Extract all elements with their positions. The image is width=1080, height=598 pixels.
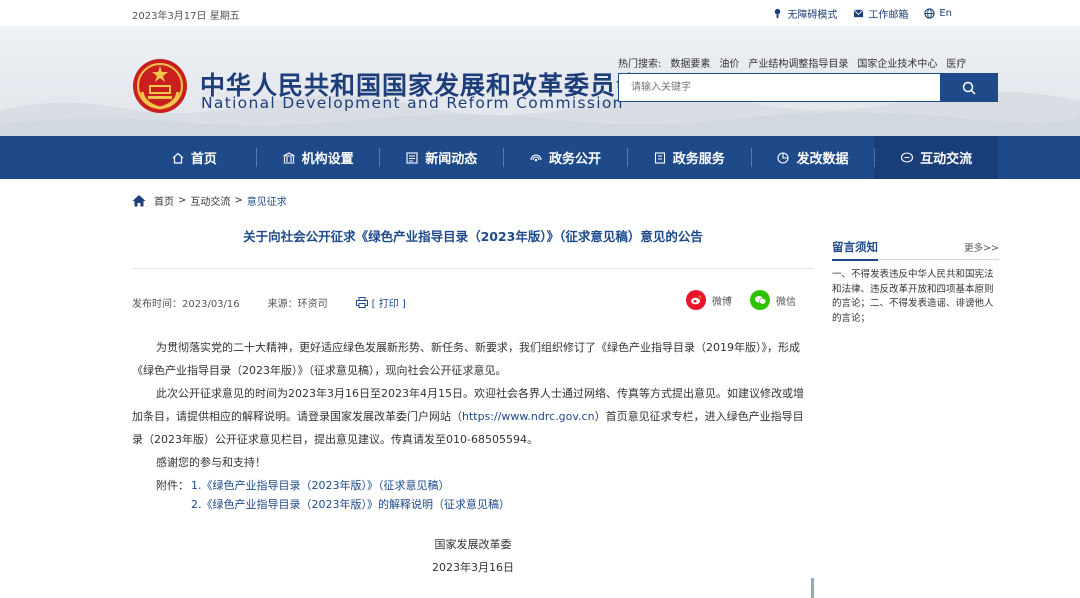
- nav-item-news[interactable]: 新闻动态: [379, 136, 503, 179]
- home-icon: [172, 152, 184, 164]
- home-icon: [132, 195, 146, 207]
- search-input[interactable]: [619, 74, 941, 101]
- signature-org: 国家发展改革委: [434, 538, 512, 551]
- breadcrumb-home[interactable]: 首页: [154, 193, 174, 208]
- nav-label: 新闻动态: [425, 152, 478, 167]
- article-title: 关于向社会公开征求《绿色产业指导目录（2023年版）》（征求意见稿）意见的公告: [243, 229, 703, 244]
- current-date: 2023年3月17日 星期五: [132, 11, 240, 22]
- share-bar: 微博 微信: [686, 290, 796, 310]
- site-title-en[interactable]: National Development and Reform Commissi…: [201, 94, 624, 112]
- signature-date: 2023年3月16日: [432, 561, 514, 574]
- nav-item-gov-services[interactable]: 政务服务: [626, 136, 751, 179]
- main-nav: 首页 机构设置 新闻动态 政务公开 政务服务 发改数据 互动交流: [0, 136, 1080, 179]
- nav-label: 机构设置: [301, 152, 354, 167]
- publish-time: 发布时间：2023/03/16: [132, 299, 240, 310]
- pie-chart-icon: [777, 151, 789, 164]
- english-label: En: [939, 8, 952, 19]
- mailbox-label: 工作邮箱: [868, 10, 909, 21]
- nav-label: 发改数据: [796, 152, 849, 167]
- chat-icon: [901, 151, 914, 163]
- broadcast-icon: [530, 154, 542, 161]
- nav-label: 政务公开: [549, 152, 602, 167]
- weibo-icon: [686, 290, 706, 310]
- building-icon: [282, 151, 295, 164]
- print-button[interactable]: [ 打印 ]: [355, 295, 406, 310]
- nav-item-home[interactable]: 首页: [132, 136, 256, 179]
- hot-search-label: 热门搜索:: [618, 59, 662, 70]
- accessibility-label: 无障碍模式: [787, 10, 838, 21]
- attachments: 附件： 1.《绿色产业指导目录（2023年版）》（征求意见稿） 2.《绿色产业指…: [156, 476, 510, 514]
- accessibility-icon: [775, 8, 781, 19]
- share-wechat-label: 微信: [776, 296, 796, 308]
- site-header: 中华人民共和国国家发展和改革委员会 National Development a…: [0, 26, 1080, 136]
- divider: [132, 268, 814, 269]
- nav-item-interaction[interactable]: 互动交流: [874, 136, 999, 179]
- mailbox-icon: [853, 9, 864, 18]
- nav-item-data[interactable]: 发改数据: [750, 136, 875, 179]
- service-icon: [654, 151, 665, 164]
- hot-search-item[interactable]: 数据要素: [670, 55, 710, 70]
- nav-item-gov-affairs[interactable]: 政务公开: [503, 136, 627, 179]
- sidebar-title: 留言须知: [832, 239, 878, 261]
- print-label: [ 打印 ]: [371, 299, 406, 310]
- paragraph: 感谢您的参与和支持！: [156, 456, 266, 469]
- share-weibo-label: 微博: [712, 296, 732, 308]
- search-box: [618, 73, 998, 102]
- breadcrumb-section[interactable]: 互动交流: [190, 193, 230, 208]
- top-bar: 2023年3月17日 星期五 无障碍模式 工作邮箱 En: [0, 0, 1080, 26]
- hot-search: 热门搜索: 数据要素 油价 产业结构调整指导目录 国家企业技术中心 医疗: [618, 55, 966, 70]
- hot-search-item[interactable]: 产业结构调整指导目录: [748, 55, 848, 70]
- nav-label: 政务服务: [672, 152, 725, 167]
- search-button[interactable]: [940, 74, 997, 101]
- attachment-label: 附件：: [156, 479, 189, 492]
- hot-search-item[interactable]: 油价: [719, 55, 739, 70]
- nav-label: 首页: [190, 152, 217, 167]
- nav-label: 互动交流: [920, 152, 973, 167]
- attachment-link[interactable]: 1.《绿色产业指导目录（2023年版）》（征求意见稿）: [191, 476, 450, 495]
- share-wechat-button[interactable]: 微信: [750, 290, 796, 310]
- wechat-icon: [750, 290, 770, 310]
- breadcrumb: 首页 > 互动交流 > 意见征求: [132, 193, 287, 208]
- sidebar-header: 留言须知 更多>>: [832, 234, 999, 261]
- accessibility-link[interactable]: 无障碍模式: [772, 6, 837, 21]
- globe-icon: [924, 8, 936, 19]
- paragraph: 为贯彻落实党的二十大精神，更好适应绿色发展新形势、新任务、新要求，我们组织修订了…: [132, 341, 800, 377]
- ndrc-website-link[interactable]: https://www.ndrc.gov.cn: [462, 410, 595, 423]
- search-icon: [962, 81, 976, 95]
- mailbox-link[interactable]: 工作邮箱: [853, 6, 908, 21]
- nav-item-organization[interactable]: 机构设置: [255, 136, 380, 179]
- breadcrumb-current[interactable]: 意见征求: [247, 193, 287, 208]
- scrollbar[interactable]: [811, 578, 814, 598]
- sidebar-text: 一、不得发表违反中华人民共和国宪法和法律、违反改革开放和四项基本原则的言论；二、…: [832, 269, 994, 324]
- attachment-link[interactable]: 2.《绿色产业指导目录（2023年版）》的解释说明（征求意见稿）: [191, 495, 510, 514]
- breadcrumb-separator: >: [234, 195, 243, 206]
- notice-sidebar: 留言须知 更多>> 一、不得发表违反中华人民共和国宪法和法律、违反改革开放和四项…: [832, 234, 999, 326]
- news-icon: [406, 151, 418, 164]
- attachment-indent: [156, 495, 191, 514]
- hot-search-item[interactable]: 医疗: [946, 55, 966, 70]
- hot-search-item[interactable]: 国家企业技术中心: [857, 55, 937, 70]
- breadcrumb-separator: >: [178, 195, 187, 206]
- article-source: 来源：环资司: [267, 299, 328, 310]
- english-link[interactable]: En: [924, 8, 952, 19]
- article-meta: 发布时间：2023/03/16 来源：环资司 [ 打印 ]: [132, 295, 406, 310]
- share-weibo-button[interactable]: 微博: [686, 290, 732, 310]
- printer-icon: [355, 297, 368, 308]
- more-link[interactable]: 更多>>: [964, 240, 999, 254]
- national-emblem-logo: [133, 59, 187, 113]
- article-body: 为贯彻落实党的二十大精神，更好适应绿色发展新形势、新任务、新要求，我们组织修订了…: [132, 336, 814, 474]
- top-links: 无障碍模式 工作邮箱 En: [772, 6, 952, 21]
- paragraph: 此次公开征求意见的时间为2023年3月16日至2023年4月15日。欢迎社会各界…: [132, 382, 814, 451]
- signature: 国家发展改革委 2023年3月16日: [132, 533, 814, 579]
